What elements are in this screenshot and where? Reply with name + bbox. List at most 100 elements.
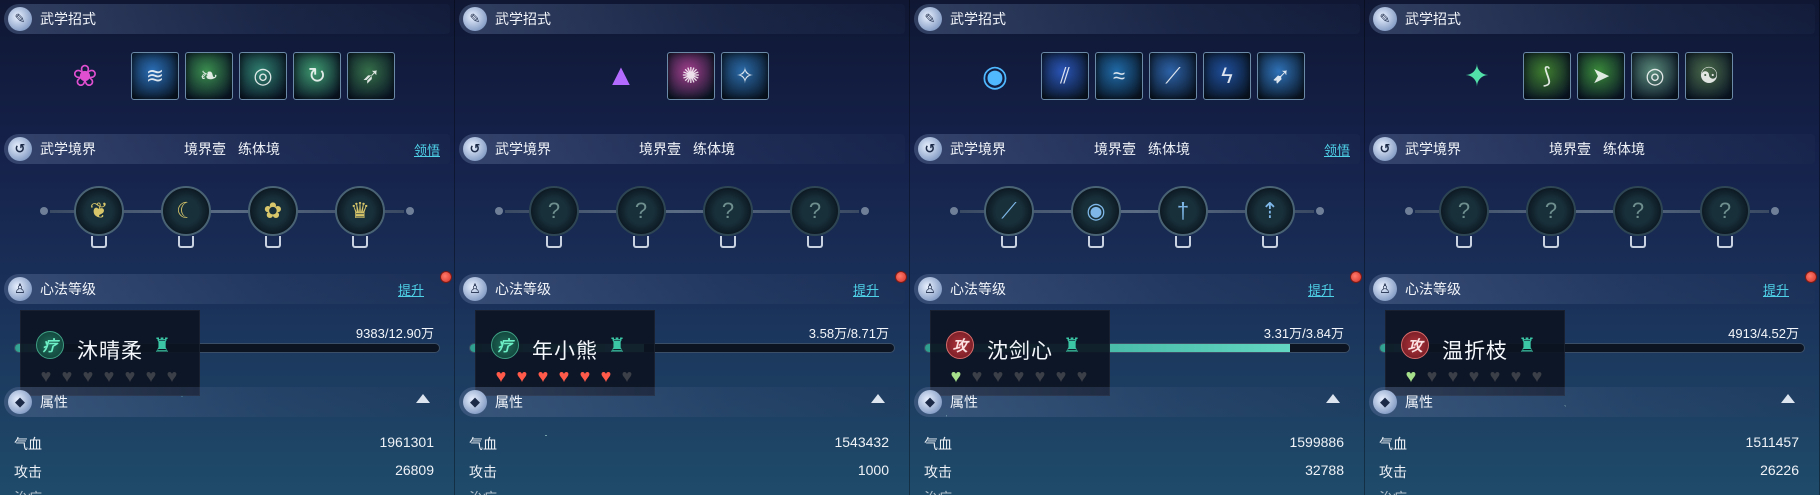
realm-title: 武学境界 [1405,141,1461,157]
lightning-blade-icon[interactable]: ϟ [1203,52,1251,100]
eye-sigil-icon[interactable]: ◉ [1071,186,1121,236]
green-phoenix-icon[interactable]: ✦ [1451,50,1503,102]
role-badge: 疗 [491,331,519,359]
attr-row-atk: 攻击 32788 [924,462,1344,482]
crown-icon[interactable]: ♛ [335,186,385,236]
role-badge: 攻 [946,331,974,359]
collapse-caret-icon[interactable] [416,394,430,403]
attr-row-partial: 治疗 [1379,488,1799,495]
brush-icon: ✎ [8,7,32,31]
figure-icon: ♙ [8,277,32,301]
skill-row: ◉ ⫽ ≈ ⟋ ϟ ➹ [910,48,1364,104]
node-slot-tag [352,236,368,248]
butterfly-icon[interactable]: ❦ [74,186,124,236]
character-card[interactable]: 攻 温折枝 ♜ ♥ ♥ ♥ ♥ ♥ ♥ ♥ [1385,310,1565,396]
heart-icon: ♥ [1405,366,1417,386]
node-slot-tag [1262,236,1278,248]
realm-info: 境界壹 练体境 [184,139,280,159]
ice-fan-icon[interactable]: ✧ [721,52,769,100]
atk-value: 1000 [857,462,889,478]
realm-title: 武学境界 [495,141,551,157]
locked-node-icon[interactable]: ? [790,186,840,236]
upgrade-link[interactable]: 提升 [853,280,879,299]
heart-icon: ♥ [621,366,633,386]
role-badge: 疗 [36,331,64,359]
atk-label: 攻击 [469,464,497,480]
collapse-caret-icon[interactable] [1326,394,1340,403]
moon-icon[interactable]: ☾ [161,186,211,236]
locked-node-icon[interactable]: ? [1526,186,1576,236]
exp-text: 3.31万/3.84万 [1263,326,1344,341]
blue-slash-icon[interactable]: ⟋ [1149,52,1197,100]
character-card[interactable]: 疗 沐晴柔 ♜ ♥ ♥ ♥ ♥ ♥ ♥ ♥ [20,310,200,396]
heart-level-title: 心法等级 [950,281,1006,297]
ring-icon[interactable]: ◎ [1631,52,1679,100]
purple-crystal-icon[interactable]: ▲ [595,50,647,102]
upgrade-link[interactable]: 提升 [398,280,424,299]
hp-label: 气血 [469,436,497,452]
heart-rating: ♥ ♥ ♥ ♥ ♥ ♥ ♥ [1401,367,1547,385]
hp-value: 1961301 [379,434,434,450]
locked-node-icon[interactable]: ? [1439,186,1489,236]
sword-icon[interactable]: † [1158,186,1208,236]
wave-skill-icon[interactable]: ≋ [131,52,179,100]
comprehend-link[interactable]: 领悟 [1324,140,1350,159]
drop-icon: ◆ [463,390,487,414]
heart-icon: ♥ [579,366,591,386]
realm-stage: 练体境 [693,141,735,157]
heart-icon: ♥ [950,366,962,386]
attributes-header[interactable]: ◆ 属性 [459,387,905,417]
blue-scroll-icon[interactable]: ◉ [969,50,1021,102]
vortex-icon[interactable]: ◎ [239,52,287,100]
wind-spin-icon[interactable]: ↻ [293,52,341,100]
sword-rain-icon[interactable]: ⫽ [1041,52,1089,100]
upgrade-link[interactable]: 提升 [1763,280,1789,299]
attributes-header[interactable]: ◆ 属性 [4,387,450,417]
upgrade-link[interactable]: 提升 [1308,280,1334,299]
node-connector-end [1405,207,1413,215]
pink-flower-icon[interactable]: ❀ [59,50,111,102]
locked-node-icon[interactable]: ? [529,186,579,236]
hp-label: 气血 [14,436,42,452]
heart-icon: ♥ [600,366,612,386]
node-slot-tag [1456,236,1472,248]
blue-strike-icon[interactable]: ➹ [1257,52,1305,100]
heart-icon: ♥ [1489,366,1501,386]
yin-yang-icon[interactable]: ☯ [1685,52,1733,100]
attr-row-hp: 气血 1599886 [924,434,1344,454]
atk-label: 攻击 [1379,464,1407,480]
blue-wave-icon[interactable]: ≈ [1095,52,1143,100]
partial-label: 治疗 [469,488,497,495]
swirl-icon: ↺ [1373,137,1397,161]
attributes-title: 属性 [1405,394,1433,410]
attributes-header[interactable]: ◆ 属性 [914,387,1360,417]
spear-icon[interactable]: ⇡ [1245,186,1295,236]
comprehend-link[interactable]: 领悟 [414,140,440,159]
locked-node-icon[interactable]: ? [616,186,666,236]
locked-node-icon[interactable]: ? [1700,186,1750,236]
character-panels: ✎ 武学招式 ❀ ≋ ❧ ◎ ↻ ➶ ↺ 武学境界 境界壹 练体境 领悟 ❦ ☾ ✿ ♛ ♙ 心法… [0,0,1820,495]
collapse-caret-icon[interactable] [871,394,885,403]
realm-header: ↺ 武学境界 境界壹练体境 领悟 [914,134,1360,164]
green-arrow-icon[interactable]: ➤ [1577,52,1625,100]
collapse-caret-icon[interactable] [1781,394,1795,403]
skill-row: ▲ ✺ ✧ [455,48,909,104]
attr-row-partial: 治疗 [14,488,434,495]
atk-value: 26226 [1760,462,1799,478]
attributes-header[interactable]: ◆ 属性 [1369,387,1815,417]
atk-value: 32788 [1305,462,1344,478]
locked-node-icon[interactable]: ? [703,186,753,236]
feather-icon[interactable]: ⟋ [984,186,1034,236]
character-card[interactable]: 攻 沈剑心 ♜ ♥ ♥ ♥ ♥ ♥ ♥ ♥ [930,310,1110,396]
attr-row-atk: 攻击 26226 [1379,462,1799,482]
heart-icon: ♥ [1510,366,1522,386]
character-card[interactable]: 疗 年小熊 ♜ ♥ ♥ ♥ ♥ ♥ ♥ ♥ [475,310,655,396]
locked-node-icon[interactable]: ? [1613,186,1663,236]
leaf-slash-icon[interactable]: ❧ [185,52,233,100]
node-slot-tag [633,236,649,248]
pink-burst-icon[interactable]: ✺ [667,52,715,100]
green-dash-icon[interactable]: ➶ [347,52,395,100]
heart-level-header: ♙ 心法等级 提升 [459,271,907,304]
green-claw-icon[interactable]: ⟆ [1523,52,1571,100]
lotus-icon[interactable]: ✿ [248,186,298,236]
